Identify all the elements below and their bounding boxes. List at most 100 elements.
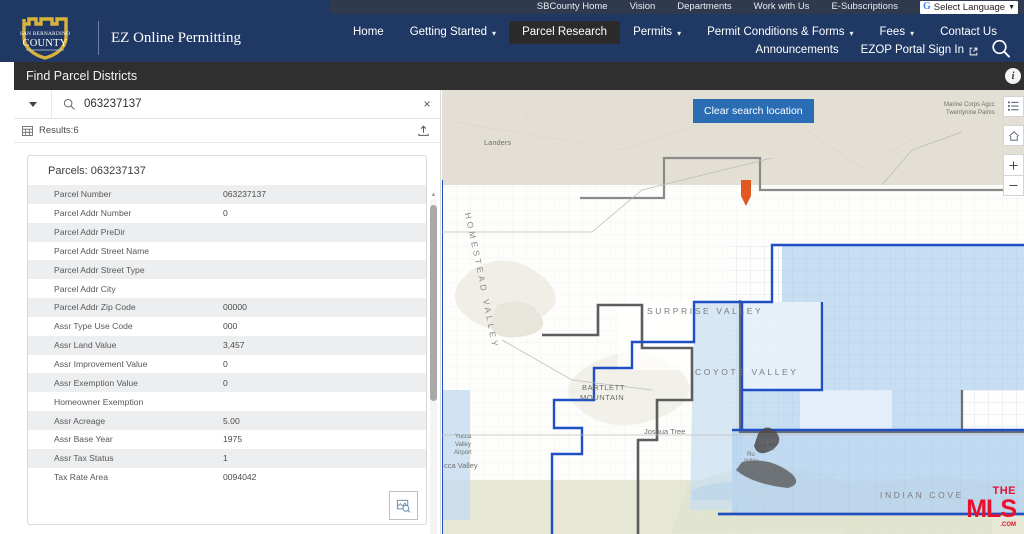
- nav-item-label: Home: [353, 26, 384, 39]
- table-row: Parcel Addr Street Name: [28, 242, 426, 261]
- brand-block[interactable]: SAN BERNARDINO COUNTY EZ Online Permitti…: [14, 16, 241, 60]
- chevron-down-icon: ▾: [910, 27, 914, 40]
- chevron-down-icon: ▾: [677, 27, 681, 40]
- nav-item-label: Permit Conditions & Forms: [707, 26, 844, 39]
- primary-navigation: Home Getting Started ▾ Parcel Research P…: [340, 20, 1010, 44]
- svg-text:SAN BERNARDINO: SAN BERNARDINO: [20, 31, 70, 37]
- map-tools: [1003, 96, 1024, 196]
- site-title: EZ Online Permitting: [111, 30, 241, 47]
- nav-item-label: Getting Started: [410, 26, 487, 39]
- attr-key: Assr Exemption Value: [28, 373, 213, 392]
- attr-key: Parcel Addr City: [28, 279, 213, 298]
- results-summary-bar: Results:6: [14, 119, 440, 143]
- attr-value: 0: [213, 204, 426, 223]
- utility-link-sbcounty-home[interactable]: SBCounty Home: [537, 0, 608, 14]
- search-source-dropdown[interactable]: [14, 90, 52, 119]
- attr-key: Assr Acreage: [28, 411, 213, 430]
- attr-key: Parcel Addr PreDir: [28, 223, 213, 242]
- attr-value: [213, 223, 426, 242]
- table-icon: [22, 126, 33, 136]
- home-icon: [1008, 130, 1020, 142]
- chevron-down-icon: [29, 102, 37, 107]
- results-panel: × Results:6: [14, 90, 441, 534]
- nav-item-label: Permits: [633, 26, 672, 39]
- utility-link-departments[interactable]: Departments: [677, 0, 731, 14]
- attr-value: [213, 260, 426, 279]
- utility-bar: SBCounty Home Vision Departments Work wi…: [0, 0, 1024, 14]
- map-canvas[interactable]: HOMESTEAD VALLEY Landers Marine Corps Ag…: [442, 90, 1024, 534]
- results-count-label: Results:6: [39, 125, 79, 136]
- header-search-button[interactable]: [986, 34, 1016, 64]
- attr-key: Assr Land Value: [28, 336, 213, 355]
- site-header: SAN BERNARDINO COUNTY EZ Online Permitti…: [0, 14, 1024, 62]
- language-selector[interactable]: G Select Language ▼: [920, 1, 1018, 14]
- parcel-card-actions: [389, 491, 418, 520]
- nav-item-permits[interactable]: Permits ▾: [620, 21, 694, 44]
- utility-link-e-subscriptions[interactable]: E-Subscriptions: [831, 0, 898, 14]
- nav-item-label: Parcel Research: [522, 26, 607, 39]
- table-row: Parcel Number063237137: [28, 185, 426, 204]
- table-row: Assr Type Use Code000: [28, 317, 426, 336]
- utility-link-work-with-us[interactable]: Work with Us: [754, 0, 810, 14]
- watermark-line-2: MLS: [966, 497, 1016, 522]
- parcel-attributes-table: Parcel Number063237137 Parcel Addr Numbe…: [28, 185, 426, 487]
- secondary-navigation: Announcements EZOP Portal Sign In: [756, 42, 978, 59]
- nav-item-ezop-portal-sign-in[interactable]: EZOP Portal Sign In: [861, 42, 978, 59]
- export-icon[interactable]: [417, 124, 430, 137]
- zoom-out-button[interactable]: [1003, 175, 1024, 196]
- attr-key: Parcel Number: [28, 185, 213, 204]
- nav-item-announcements[interactable]: Announcements: [756, 42, 839, 59]
- attr-key: Parcel Addr Street Type: [28, 260, 213, 279]
- map-graphics: HOMESTEAD VALLEY: [442, 90, 1024, 534]
- search-icon: [990, 38, 1012, 60]
- attr-value: 0: [213, 355, 426, 374]
- nav-item-parcel-research[interactable]: Parcel Research: [509, 21, 620, 44]
- attr-value: [213, 392, 426, 411]
- chevron-down-icon: ▼: [1008, 4, 1015, 11]
- utility-link-vision[interactable]: Vision: [630, 0, 656, 14]
- nav-item-home[interactable]: Home: [340, 21, 397, 44]
- parcel-result-card[interactable]: Parcels: 063237137 Parcel Number06323713…: [27, 155, 427, 525]
- chevron-down-icon: ▾: [849, 27, 853, 40]
- zoom-in-button[interactable]: [1003, 154, 1024, 175]
- nav-item-getting-started[interactable]: Getting Started ▾: [397, 21, 509, 44]
- nav-item-fees[interactable]: Fees ▾: [867, 21, 928, 44]
- attr-key: Parcel Addr Zip Code: [28, 298, 213, 317]
- attr-key: Tax Rate Area: [28, 468, 213, 487]
- clear-search-location-button[interactable]: Clear search location: [693, 99, 814, 123]
- layer-list-button[interactable]: [1003, 96, 1024, 117]
- application-root: SBCounty Home Vision Departments Work wi…: [0, 0, 1024, 534]
- clear-search-icon[interactable]: ×: [414, 90, 440, 119]
- attr-value: 063237137: [213, 185, 426, 204]
- table-row: Parcel Addr Street Type: [28, 260, 426, 279]
- attr-key: Assr Type Use Code: [28, 317, 213, 336]
- attr-key: Assr Tax Status: [28, 449, 213, 468]
- default-extent-button[interactable]: [1003, 125, 1024, 146]
- table-row: Parcel Addr City: [28, 279, 426, 298]
- results-list: Parcels: 063237137 Parcel Number06323713…: [14, 143, 440, 534]
- zoom-in-icon: [1008, 160, 1019, 171]
- attr-key: Assr Base Year: [28, 430, 213, 449]
- table-row: Assr Exemption Value0: [28, 373, 426, 392]
- attr-value: 1: [213, 449, 426, 468]
- table-row: Assr Improvement Value0: [28, 355, 426, 374]
- google-g-icon: G: [923, 2, 931, 12]
- scrollbar-thumb[interactable]: [430, 205, 437, 401]
- attr-value: 1975: [213, 430, 426, 449]
- attr-value: 0094042: [213, 468, 426, 487]
- parcel-attributes-body: Parcel Number063237137 Parcel Addr Numbe…: [28, 185, 426, 487]
- attr-value: 000: [213, 317, 426, 336]
- info-icon[interactable]: i: [1005, 68, 1021, 84]
- table-row: Assr Land Value3,457: [28, 336, 426, 355]
- nav-item-permit-conditions-forms[interactable]: Permit Conditions & Forms ▾: [694, 21, 866, 44]
- search-input[interactable]: [84, 98, 414, 110]
- nav-item-label: Fees: [880, 26, 906, 39]
- external-link-icon: [969, 47, 978, 56]
- zoom-to-feature-button[interactable]: [389, 491, 418, 520]
- results-scrollbar[interactable]: ▲: [430, 199, 437, 534]
- language-selector-label: Select Language: [934, 1, 1005, 14]
- scroll-up-arrow-icon[interactable]: ▲: [430, 192, 437, 198]
- table-row: Parcel Addr PreDir: [28, 223, 426, 242]
- attr-value: 0: [213, 373, 426, 392]
- page-title: Find Parcel Districts: [14, 62, 1024, 90]
